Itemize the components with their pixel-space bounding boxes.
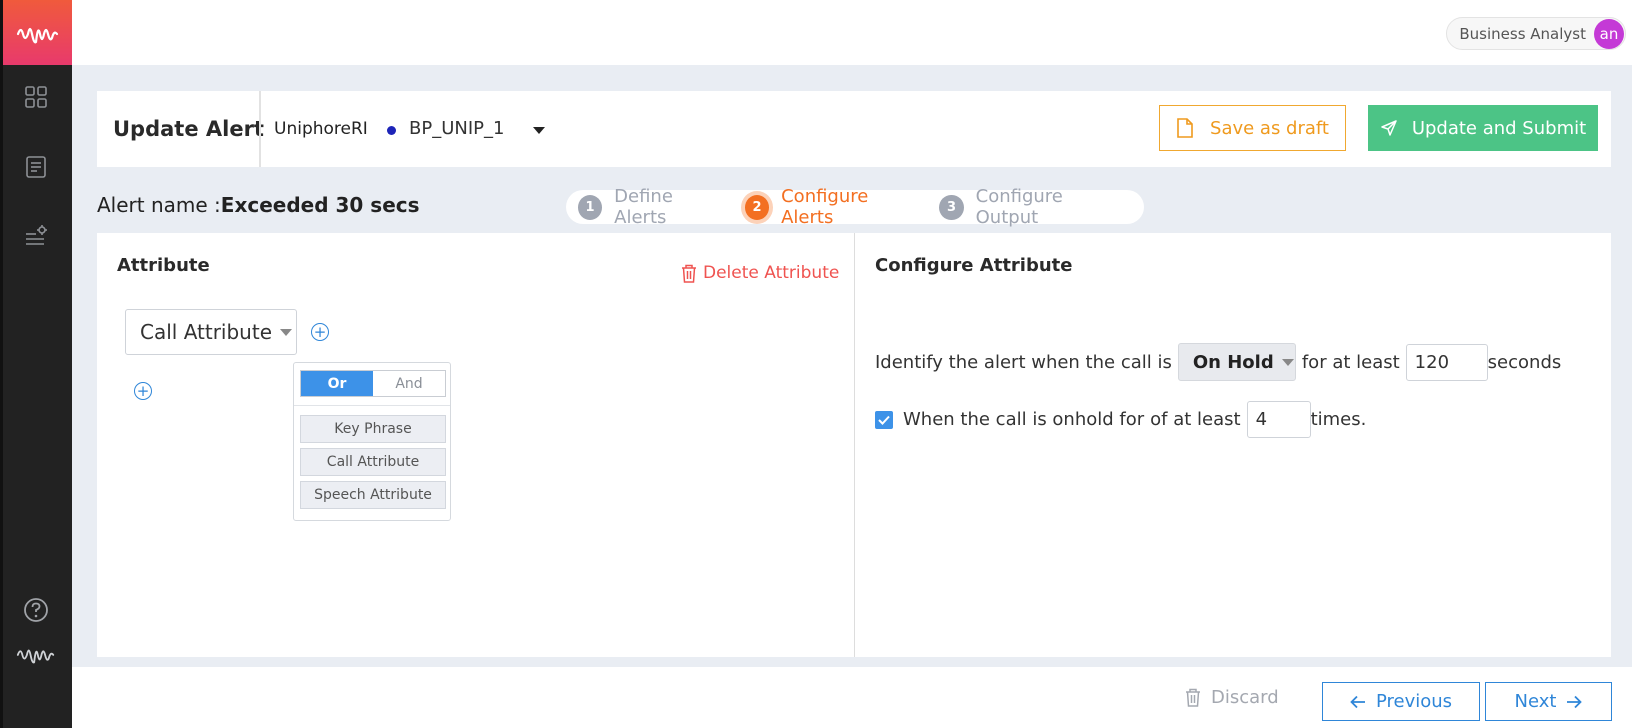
hold-count-rule: When the call is onhold for of at least … — [875, 401, 1366, 438]
count-prefix-text: When the call is onhold for — [903, 409, 1145, 430]
alert-name-value: Exceeded 30 secs — [220, 193, 420, 217]
configure-panel-title: Configure Attribute — [875, 255, 1073, 276]
attribute-type-value: Call Attribute — [140, 320, 273, 344]
footer-bar: Discard Previous Next — [72, 667, 1632, 728]
discard-label: Discard — [1211, 687, 1279, 708]
next-label: Next — [1514, 691, 1557, 712]
popover-option-call-attribute[interactable]: Call Attribute — [300, 448, 446, 476]
add-attribute-icon[interactable]: + — [134, 382, 152, 400]
attribute-panel-title: Attribute — [117, 255, 210, 276]
arrow-left-icon — [1350, 695, 1365, 708]
help-icon[interactable] — [22, 596, 50, 624]
avatar[interactable]: an — [1594, 18, 1624, 49]
count-mid-text: of at least — [1150, 409, 1241, 430]
sidebar-edge — [0, 0, 3, 728]
update-submit-label: Update and Submit — [1411, 117, 1587, 139]
rule-suffix-text: seconds — [1487, 351, 1562, 373]
org-name: UniphoreRI — [274, 119, 368, 139]
call-state-value: On Hold — [1192, 351, 1274, 373]
discard-button[interactable]: Discard — [1185, 667, 1279, 728]
popover-divider — [294, 405, 450, 406]
step-number: 3 — [939, 194, 964, 220]
file-icon — [1177, 118, 1193, 138]
document-list-icon[interactable] — [22, 153, 50, 181]
progress-stepper: 1 Define Alerts 2 Configure Alerts 3 Con… — [566, 186, 1144, 228]
configure-attribute-panel: Configure Attribute Identify the alert w… — [855, 233, 1611, 657]
delete-attribute-button[interactable]: Delete Attribute — [681, 263, 839, 283]
previous-label: Previous — [1375, 691, 1453, 712]
add-condition-icon[interactable]: + — [311, 323, 329, 341]
and-toggle-button[interactable]: And — [373, 371, 445, 396]
dashboard-grid-icon[interactable] — [22, 83, 50, 111]
arrow-right-icon — [1567, 695, 1583, 708]
next-button[interactable]: Next — [1485, 682, 1612, 721]
rule-mid-text: for at least — [1301, 351, 1400, 373]
or-toggle-button[interactable]: Or — [301, 371, 373, 396]
trash-icon — [1186, 688, 1200, 707]
popover-option-speech-attribute[interactable]: Speech Attribute — [300, 481, 446, 509]
delete-attribute-label: Delete Attribute — [703, 263, 840, 283]
seconds-input[interactable] — [1405, 343, 1488, 381]
waveform-logo-icon — [16, 27, 58, 43]
times-input[interactable] — [1246, 401, 1311, 438]
trash-icon — [682, 264, 696, 283]
step-label: Define Alerts — [614, 186, 673, 228]
header-divider — [259, 91, 261, 167]
user-menu[interactable]: Business Analyst an — [1446, 17, 1626, 50]
alert-header: Update Alert UniphoreRI BP_UNIP_1 Save a… — [97, 91, 1611, 167]
hold-duration-rule: Identify the alert when the call is On H… — [875, 343, 1561, 381]
step-configure-alerts[interactable]: 2 Configure Alerts — [744, 186, 922, 228]
page-title: Update Alert — [113, 117, 264, 141]
rule-prefix-text: Identify the alert when the call is — [875, 351, 1172, 373]
alert-name-label: Alert name : — [97, 193, 221, 217]
logic-toggle: Or And — [300, 370, 446, 397]
project-dropdown[interactable]: BP_UNIP_1 — [409, 91, 504, 167]
waveform-brand-icon — [16, 640, 56, 668]
top-bar: Business Analyst an — [72, 0, 1632, 65]
step-define-alerts[interactable]: 1 Define Alerts — [578, 186, 727, 228]
step-number: 2 — [744, 194, 770, 220]
project-status-dot — [387, 126, 396, 135]
attribute-type-select[interactable]: Call Attribute — [125, 309, 297, 355]
save-draft-label: Save as draft — [1210, 117, 1329, 139]
call-state-select[interactable]: On Hold — [1177, 343, 1296, 381]
save-draft-button[interactable]: Save as draft — [1159, 105, 1346, 151]
caret-down-icon — [280, 328, 293, 336]
update-submit-button[interactable]: Update and Submit — [1368, 105, 1598, 151]
app-logo[interactable] — [3, 0, 72, 65]
check-icon — [878, 415, 890, 425]
step-label: Configure Alerts — [781, 186, 869, 228]
settings-list-icon[interactable] — [22, 222, 50, 250]
previous-button[interactable]: Previous — [1322, 682, 1480, 721]
user-role: Business Analyst — [1459, 24, 1586, 43]
popover-option-key-phrase[interactable]: Key Phrase — [300, 415, 446, 443]
step-number: 1 — [578, 194, 603, 220]
attribute-popover: Or And Key Phrase Call Attribute Speech … — [293, 362, 451, 521]
caret-down-icon[interactable] — [533, 127, 545, 134]
send-icon — [1381, 120, 1397, 136]
attribute-panel: Attribute Delete Attribute Call Attribut… — [97, 233, 854, 657]
hold-count-checkbox[interactable] — [875, 410, 893, 429]
step-configure-output[interactable]: 3 Configure Output — [939, 186, 1126, 228]
alert-name: Alert name :Exceeded 30 secs — [97, 193, 420, 217]
sidebar — [0, 0, 72, 728]
step-label: Configure Output — [975, 186, 1063, 228]
caret-down-icon — [1281, 358, 1294, 366]
count-suffix-text: times. — [1310, 409, 1367, 430]
